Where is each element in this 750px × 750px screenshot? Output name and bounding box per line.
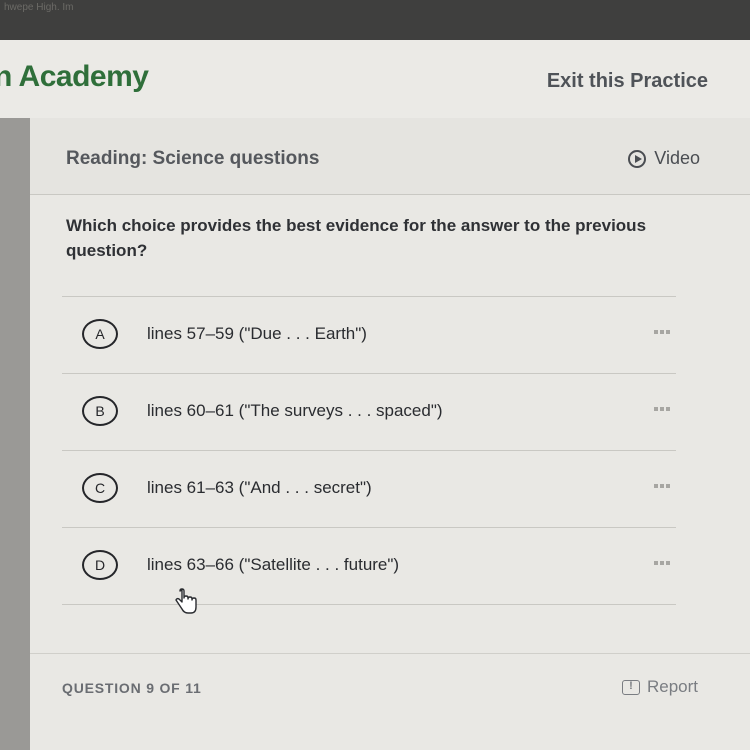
left-edge xyxy=(0,118,30,750)
report-button[interactable]: ! Report xyxy=(621,677,698,697)
more-options-icon[interactable] xyxy=(654,330,670,334)
play-icon xyxy=(628,149,647,168)
report-label: Report xyxy=(646,677,698,696)
video-button[interactable]: Video xyxy=(628,148,700,169)
choice-text-d[interactable]: lines 63–66 ("Satellite . . . future") xyxy=(147,555,399,575)
exit-practice-button[interactable]: Exit this Practice xyxy=(547,70,708,93)
choice-text-c[interactable]: lines 61–63 ("And . . . secret") xyxy=(147,478,372,498)
more-options-icon[interactable] xyxy=(654,407,670,411)
hand-cursor-icon xyxy=(175,588,197,614)
browser-faint-text: hwepe High. Im xyxy=(4,2,74,13)
choice-letter-c[interactable]: C xyxy=(82,473,118,503)
section-title: Reading: Science questions xyxy=(66,148,320,169)
video-label: Video xyxy=(654,148,700,168)
choice-b[interactable]: B lines 60–61 ("The surveys . . . spaced… xyxy=(62,374,676,451)
choice-letter-a[interactable]: A xyxy=(82,319,118,349)
screen: hwepe High. Im n Academy Exit this Pract… xyxy=(0,0,750,750)
choice-c[interactable]: C lines 61–63 ("And . . . secret") xyxy=(62,451,676,528)
browser-strip: hwepe High. Im xyxy=(0,0,750,40)
section-header: Reading: Science questions Video xyxy=(30,118,750,195)
footer-divider xyxy=(30,653,750,654)
brand-logo[interactable]: n Academy xyxy=(0,60,149,94)
more-options-icon[interactable] xyxy=(654,561,670,565)
question-text: Which choice provides the best evidence … xyxy=(66,216,647,260)
choice-d[interactable]: D lines 63–66 ("Satellite . . . future") xyxy=(62,528,676,605)
choice-a[interactable]: A lines 57–59 ("Due . . . Earth") xyxy=(62,297,676,374)
practice-panel: Reading: Science questions Video Which c… xyxy=(30,118,750,750)
top-bar: n Academy Exit this Practice xyxy=(0,40,750,119)
choice-letter-b[interactable]: B xyxy=(82,396,118,426)
choice-letter-d[interactable]: D xyxy=(82,550,118,580)
more-options-icon[interactable] xyxy=(654,484,670,488)
choice-text-b[interactable]: lines 60–61 ("The surveys . . . spaced") xyxy=(147,401,443,421)
question-counter: QUESTION 9 OF 11 xyxy=(62,680,202,696)
choice-text-a[interactable]: lines 57–59 ("Due . . . Earth") xyxy=(147,324,367,344)
report-icon: ! xyxy=(621,679,640,695)
